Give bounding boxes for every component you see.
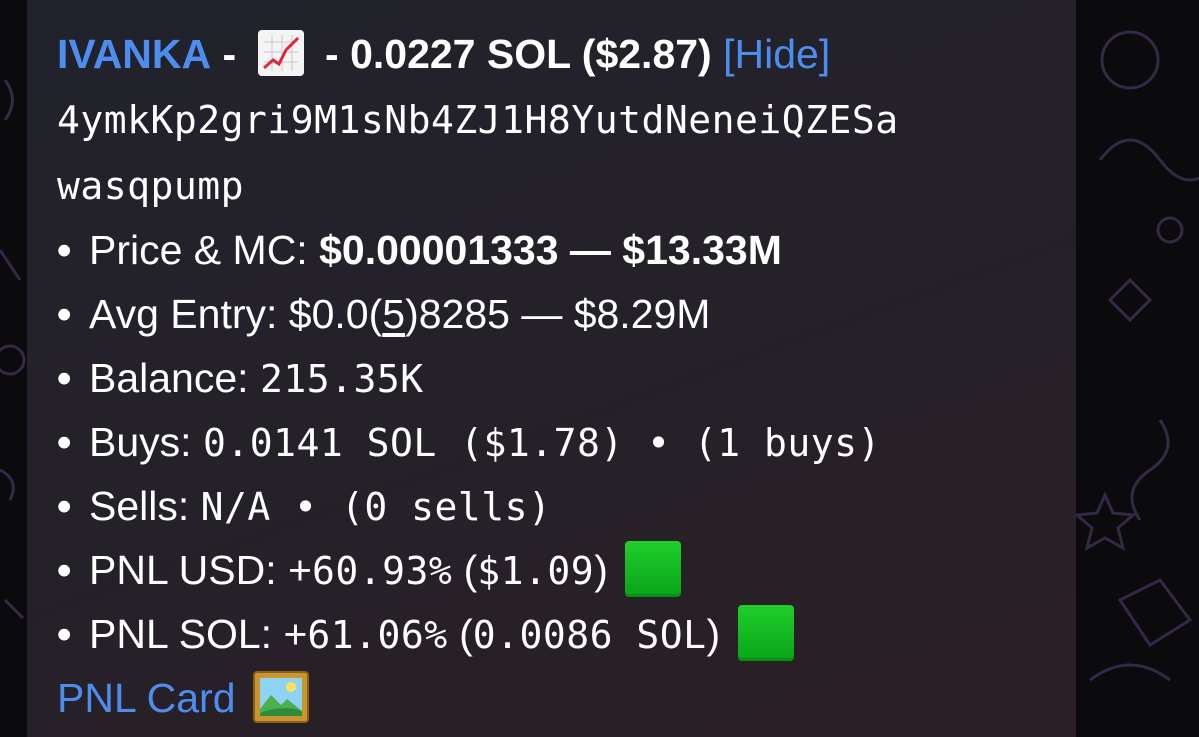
price-mc-value: $0.00001333 — $13.33M bbox=[319, 227, 782, 273]
pnl-sol-sign: + bbox=[283, 611, 308, 657]
pnl-sol-paren-open: ( bbox=[459, 611, 473, 657]
pnl-sol-amount: 0.0086 SOL bbox=[472, 613, 707, 657]
pnl-sol-label: PNL SOL: bbox=[89, 611, 273, 657]
hide-link[interactable]: [Hide] bbox=[723, 31, 830, 77]
message-header: IVANKA - - 0.0227 SOL ($2.87) [Hide] bbox=[57, 22, 1076, 86]
pnl-usd-sign: + bbox=[288, 547, 312, 593]
price-mc-row: • Price & MC: $0.00001333 — $13.33M bbox=[57, 218, 1076, 282]
pnl-usd-percent: 60.93% bbox=[311, 549, 453, 593]
header-separator: - bbox=[325, 31, 339, 77]
avg-entry-label: Avg Entry: bbox=[89, 291, 278, 337]
token-name-link[interactable]: IVANKA bbox=[57, 31, 211, 77]
avg-entry-suffix: )8285 — $8.29M bbox=[405, 291, 711, 337]
bullet: • bbox=[57, 355, 72, 401]
green-square-icon bbox=[625, 541, 682, 598]
chart-increasing-icon bbox=[257, 30, 304, 77]
avg-entry-zero-count: 5 bbox=[382, 291, 406, 337]
pnl-card-link[interactable]: PNL Card bbox=[57, 675, 236, 721]
avg-entry-row: • Avg Entry: $0.0(5)8285 — $8.29M bbox=[57, 282, 1076, 346]
pnl-usd-row: • PNL USD: +60.93% ($1.09) bbox=[57, 538, 1076, 602]
pnl-sol-row: • PNL SOL: +61.06% (0.0086 SOL) bbox=[57, 602, 1076, 666]
contract-address-line-1[interactable]: 4ymkKp2gri9M1sNb4ZJ1H8YutdNeneiQZESa bbox=[57, 86, 1076, 152]
green-square-icon bbox=[737, 605, 794, 662]
balance-value: 215.35K bbox=[259, 357, 424, 401]
contract-address-part-2[interactable]: wasqpump bbox=[57, 164, 244, 208]
balance-label: Balance: bbox=[89, 355, 249, 401]
sells-row: • Sells: N/A • (0 sells) bbox=[57, 474, 1076, 538]
header-separator: - bbox=[222, 31, 237, 77]
pnl-sol-percent: 61.06% bbox=[307, 613, 448, 657]
sells-value: N/A • (0 sells) bbox=[200, 485, 552, 529]
header-amount: 0.0227 SOL ($2.87) bbox=[350, 31, 712, 77]
price-mc-label: Price & MC: bbox=[89, 227, 308, 273]
balance-row: • Balance: 215.35K bbox=[57, 346, 1076, 410]
framed-picture-icon bbox=[252, 671, 309, 724]
buys-label: Buys: bbox=[89, 419, 192, 465]
bot-message-bubble: IVANKA - - 0.0227 SOL ($2.87) [Hide] 4ym… bbox=[27, 0, 1076, 737]
buys-row: • Buys: 0.0141 SOL ($1.78) • (1 buys) bbox=[57, 410, 1076, 474]
avg-entry-value: $0.0(5)8285 — $8.29M bbox=[289, 291, 711, 337]
bullet: • bbox=[57, 483, 72, 529]
sells-label: Sells: bbox=[89, 483, 190, 529]
contract-address-part-1[interactable]: 4ymkKp2gri9M1sNb4ZJ1H8YutdNeneiQZESa bbox=[57, 98, 899, 142]
bullet: • bbox=[57, 611, 72, 657]
pnl-usd-label: PNL USD: bbox=[89, 547, 277, 593]
pnl-usd-amount: $1.09 bbox=[477, 549, 595, 593]
pnl-card-row[interactable]: PNL Card bbox=[57, 666, 1076, 730]
bullet: • bbox=[57, 291, 72, 337]
pnl-usd-paren-close: ) bbox=[594, 547, 608, 593]
buys-value: 0.0141 SOL ($1.78) • (1 buys) bbox=[202, 421, 881, 465]
bullet: • bbox=[57, 547, 72, 593]
contract-address-line-2[interactable]: wasqpump bbox=[57, 152, 1076, 218]
pnl-usd-paren-open: ( bbox=[463, 547, 478, 593]
bullet: • bbox=[57, 227, 72, 273]
pnl-sol-paren-close: ) bbox=[706, 611, 721, 657]
bullet: • bbox=[57, 419, 72, 465]
avg-entry-prefix: $0.0( bbox=[288, 291, 383, 337]
